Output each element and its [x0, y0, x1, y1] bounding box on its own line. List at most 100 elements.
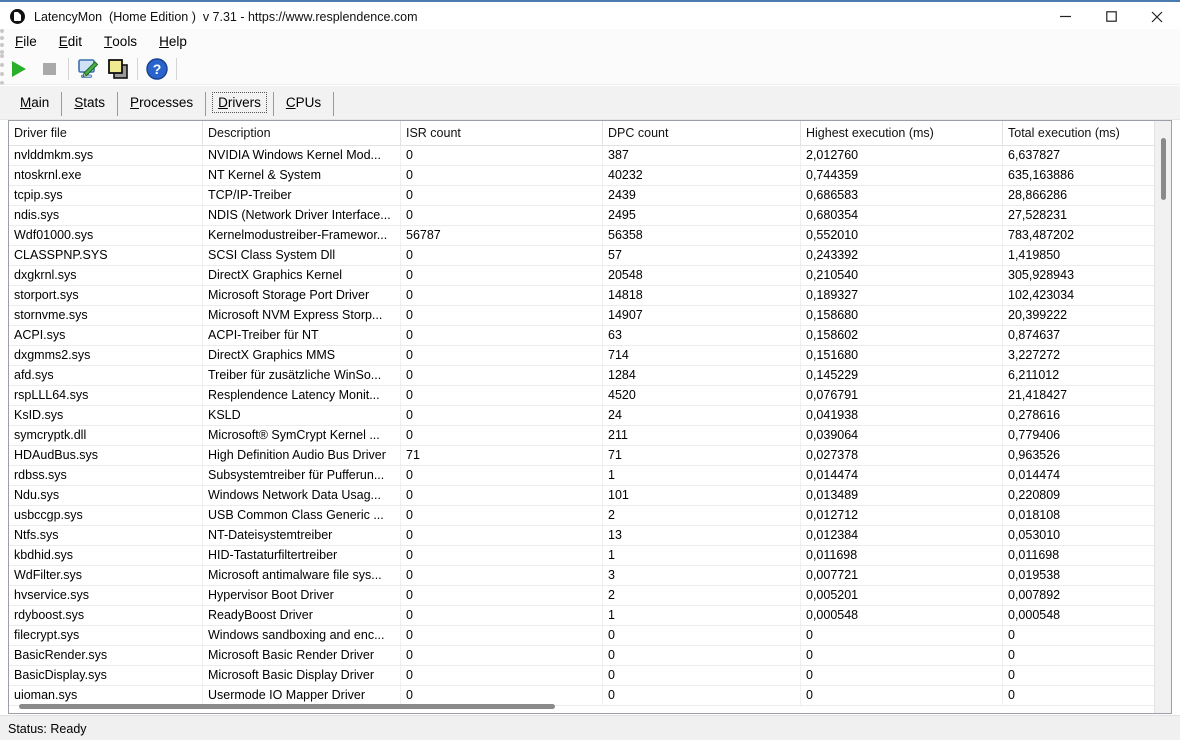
- table-row[interactable]: symcryptk.dllMicrosoft® SymCrypt Kernel …: [9, 426, 1154, 446]
- table-row[interactable]: Wdf01000.sysKernelmodustreiber-Framewor.…: [9, 226, 1154, 246]
- cell: Microsoft® SymCrypt Kernel ...: [203, 426, 401, 445]
- table-row[interactable]: dxgkrnl.sysDirectX Graphics Kernel020548…: [9, 266, 1154, 286]
- cell: 0,014474: [1003, 466, 1154, 485]
- cell: HID-Tastaturfiltertreiber: [203, 546, 401, 565]
- vertical-scrollbar-thumb[interactable]: [1161, 138, 1166, 200]
- stop-monitor-button[interactable]: [34, 56, 64, 82]
- options-button[interactable]: [73, 56, 103, 82]
- cell: afd.sys: [9, 366, 203, 385]
- cell: 57: [603, 246, 801, 265]
- cell: Subsystemtreiber für Pufferun...: [203, 466, 401, 485]
- table-row[interactable]: KsID.sysKSLD0240,0419380,278616: [9, 406, 1154, 426]
- cell: nvlddmkm.sys: [9, 146, 203, 165]
- column-header-isr-count[interactable]: ISR count: [401, 121, 603, 145]
- column-header-description[interactable]: Description: [203, 121, 401, 145]
- cell: Hypervisor Boot Driver: [203, 586, 401, 605]
- table-row[interactable]: HDAudBus.sysHigh Definition Audio Bus Dr…: [9, 446, 1154, 466]
- cell: 0: [401, 326, 603, 345]
- minimize-button[interactable]: [1042, 4, 1088, 29]
- cell: 0: [401, 246, 603, 265]
- table-row[interactable]: ACPI.sysACPI-Treiber für NT0630,1586020,…: [9, 326, 1154, 346]
- table-row[interactable]: BasicDisplay.sysMicrosoft Basic Display …: [9, 666, 1154, 686]
- menu-file[interactable]: File: [4, 29, 48, 54]
- cell: usbccgp.sys: [9, 506, 203, 525]
- table-row[interactable]: BasicRender.sysMicrosoft Basic Render Dr…: [9, 646, 1154, 666]
- table-row[interactable]: Ntfs.sysNT-Dateisystemtreiber0130,012384…: [9, 526, 1154, 546]
- cell: 0: [401, 666, 603, 685]
- table-row[interactable]: Ndu.sysWindows Network Data Usag...01010…: [9, 486, 1154, 506]
- tab-drivers[interactable]: Drivers: [212, 92, 267, 113]
- table-row[interactable]: rdbss.sysSubsystemtreiber für Pufferun..…: [9, 466, 1154, 486]
- cell: 0: [401, 546, 603, 565]
- horizontal-scrollbar[interactable]: [11, 703, 1152, 711]
- menu-help[interactable]: Help: [148, 29, 198, 54]
- tab-processes[interactable]: Processes: [124, 92, 199, 113]
- cell: SCSI Class System Dll: [203, 246, 401, 265]
- table-row[interactable]: afd.sysTreiber für zusätzliche WinSo...0…: [9, 366, 1154, 386]
- close-button[interactable]: [1134, 4, 1180, 29]
- help-button[interactable]: ?: [142, 56, 172, 82]
- toolbar: ?: [0, 54, 1180, 85]
- cell: rdbss.sys: [9, 466, 203, 485]
- table-row[interactable]: WdFilter.sysMicrosoft antimalware file s…: [9, 566, 1154, 586]
- table-row[interactable]: kbdhid.sysHID-Tastaturfiltertreiber010,0…: [9, 546, 1154, 566]
- table-row[interactable]: hvservice.sysHypervisor Boot Driver020,0…: [9, 586, 1154, 606]
- column-header-dpc-count[interactable]: DPC count: [603, 121, 801, 145]
- cell: CLASSPNP.SYS: [9, 246, 203, 265]
- table-row[interactable]: rspLLL64.sysResplendence Latency Monit..…: [9, 386, 1154, 406]
- cell: rdyboost.sys: [9, 606, 203, 625]
- cell: 24: [603, 406, 801, 425]
- cell: 635,163886: [1003, 166, 1154, 185]
- cell: 0,076791: [801, 386, 1003, 405]
- cell: DirectX Graphics MMS: [203, 346, 401, 365]
- tab-strip: Main Stats Processes Drivers CPUs: [0, 86, 1180, 120]
- cell: 27,528231: [1003, 206, 1154, 225]
- play-icon: [12, 61, 26, 77]
- horizontal-scrollbar-thumb[interactable]: [19, 704, 555, 709]
- cell: 0,027378: [801, 446, 1003, 465]
- table-row[interactable]: nvlddmkm.sysNVIDIA Windows Kernel Mod...…: [9, 146, 1154, 166]
- maximize-button[interactable]: [1088, 4, 1134, 29]
- cell: 0,151680: [801, 346, 1003, 365]
- table-row[interactable]: tcpip.sysTCP/IP-Treiber024390,68658328,8…: [9, 186, 1154, 206]
- cell: High Definition Audio Bus Driver: [203, 446, 401, 465]
- status-bar: Status: Ready: [0, 715, 1180, 740]
- cell: 0: [1003, 666, 1154, 685]
- toolbar-separator: [176, 58, 177, 80]
- table-row[interactable]: usbccgp.sysUSB Common Class Generic ...0…: [9, 506, 1154, 526]
- table-header: Driver fileDescriptionISR countDPC count…: [9, 121, 1154, 146]
- table-row[interactable]: ndis.sysNDIS (Network Driver Interface..…: [9, 206, 1154, 226]
- tab-main[interactable]: Main: [14, 92, 55, 113]
- cell: stornvme.sys: [9, 306, 203, 325]
- cell: storport.sys: [9, 286, 203, 305]
- menu-edit[interactable]: Edit: [48, 29, 93, 54]
- table-row[interactable]: dxgmms2.sysDirectX Graphics MMS07140,151…: [9, 346, 1154, 366]
- table-row[interactable]: storport.sysMicrosoft Storage Port Drive…: [9, 286, 1154, 306]
- tab-cpus[interactable]: CPUs: [280, 92, 327, 113]
- toolbar-separator: [137, 58, 138, 80]
- cell: TCP/IP-Treiber: [203, 186, 401, 205]
- tab-stats[interactable]: Stats: [68, 92, 111, 113]
- column-header-total-execution-ms[interactable]: Total execution (ms): [1003, 121, 1154, 145]
- vertical-scrollbar[interactable]: [1154, 121, 1171, 713]
- cell: 0,011698: [801, 546, 1003, 565]
- cell: 2495: [603, 206, 801, 225]
- cell: 0,000548: [1003, 606, 1154, 625]
- cell: 0,963526: [1003, 446, 1154, 465]
- cell: 0: [603, 666, 801, 685]
- cell: 0,680354: [801, 206, 1003, 225]
- table-row[interactable]: rdyboost.sysReadyBoost Driver010,0005480…: [9, 606, 1154, 626]
- copy-report-button[interactable]: [103, 56, 133, 82]
- menu-tools[interactable]: Tools: [93, 29, 148, 54]
- column-header-driver-file[interactable]: Driver file: [9, 121, 203, 145]
- start-monitor-button[interactable]: [4, 56, 34, 82]
- table-row[interactable]: filecrypt.sysWindows sandboxing and enc.…: [9, 626, 1154, 646]
- cell: 0,874637: [1003, 326, 1154, 345]
- table-row[interactable]: ntoskrnl.exeNT Kernel & System0402320,74…: [9, 166, 1154, 186]
- table-row[interactable]: CLASSPNP.SYSSCSI Class System Dll0570,24…: [9, 246, 1154, 266]
- cell: 6,637827: [1003, 146, 1154, 165]
- column-header-highest-execution-ms[interactable]: Highest execution (ms): [801, 121, 1003, 145]
- cell: 0: [401, 346, 603, 365]
- table-row[interactable]: stornvme.sysMicrosoft NVM Express Storp.…: [9, 306, 1154, 326]
- cell: 0: [1003, 626, 1154, 645]
